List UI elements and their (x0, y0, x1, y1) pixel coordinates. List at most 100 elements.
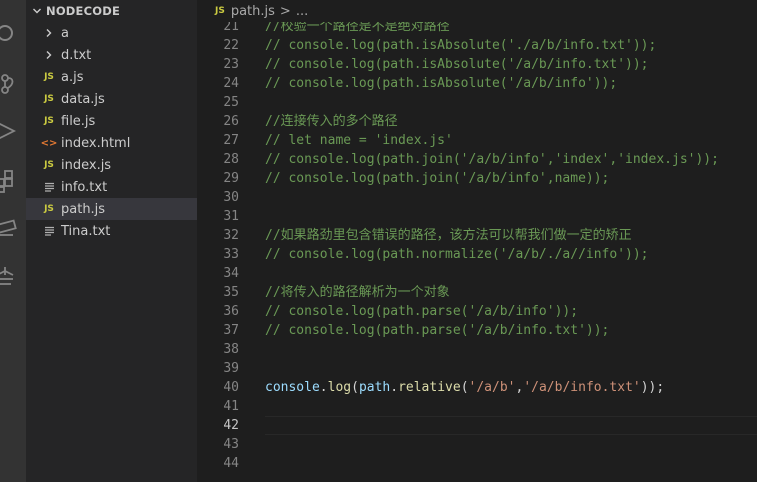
code-line[interactable]: 44 (197, 454, 757, 473)
breadcrumb: JS path.js > ... (197, 0, 757, 22)
code-line[interactable]: 28 // console.log(path.join('/a/b/info','… (197, 150, 757, 169)
code-line[interactable]: 25 (197, 93, 757, 112)
code-line[interactable]: 42 (197, 416, 757, 435)
explorer-section-header[interactable]: NODECODE (26, 0, 197, 22)
code-token: relative (398, 380, 461, 395)
code-text: // console.log(path.isAbsolute('/a/b/inf… (265, 76, 618, 91)
file-tree-item[interactable]: Tina.txt (26, 220, 197, 242)
file-tree-item-label: data.js (61, 91, 105, 107)
source-control-icon[interactable] (0, 70, 18, 96)
file-tree-item[interactable]: JS a.js (26, 66, 197, 88)
line-number: 37 (223, 323, 239, 338)
testing-icon[interactable] (0, 263, 18, 289)
line-number: 35 (223, 285, 239, 300)
code-line[interactable]: 23 // console.log(path.isAbsolute('/a/b/i… (197, 55, 757, 74)
code-text: // console.log(path.isAbsolute('/a/b/inf… (265, 57, 649, 72)
file-tree-item[interactable]: JS index.js (26, 154, 197, 176)
file-tree-item[interactable]: JS path.js (26, 198, 197, 220)
file-tree-item[interactable]: info.txt (26, 176, 197, 198)
file-tree-item[interactable]: JS data.js (26, 88, 197, 110)
text-file-icon (42, 182, 56, 192)
code-text: // console.log(path.normalize('/a/b/./a/… (265, 247, 649, 262)
code-line[interactable]: 30 (197, 188, 757, 207)
code-line[interactable]: 32 //如果路劲里包含错误的路径，该方法可以帮我们做一定的矫正 (197, 226, 757, 245)
breadcrumb-file[interactable]: path.js (231, 4, 275, 19)
line-number: 40 (223, 380, 239, 395)
js-file-icon: JS (44, 72, 54, 82)
file-tree-item-label: a (61, 25, 69, 41)
js-file-icon: JS (44, 204, 54, 214)
run-debug-icon[interactable] (0, 118, 18, 144)
code-line[interactable]: 27 // let name = 'index.js' (197, 131, 757, 150)
code-text: // let name = 'index.js' (265, 133, 453, 148)
code-line[interactable]: 38 (197, 340, 757, 359)
code-token: '/a/b' (468, 380, 516, 395)
remote-explorer-icon[interactable] (0, 215, 18, 241)
code-token: . (390, 380, 399, 395)
line-number: 27 (223, 133, 239, 148)
code-line[interactable]: 33 // console.log(path.normalize('/a/b/./… (197, 245, 757, 264)
code-token: ( (351, 380, 359, 395)
js-file-icon: JS (44, 94, 54, 104)
file-tree-item[interactable]: d.txt (26, 44, 197, 66)
breadcrumb-separator: > (279, 3, 291, 19)
js-file-icon: JS (215, 6, 225, 16)
code-text: // console.log(path.join('/a/b/info',nam… (265, 171, 610, 186)
code-text: // console.log(path.parse('/a/b/info')); (265, 304, 579, 319)
file-tree-item-label: info.txt (61, 179, 108, 195)
line-number: 22 (223, 38, 239, 53)
code-line[interactable]: 31 (197, 207, 757, 226)
code-line[interactable]: 26 //连接传入的多个路径 (197, 112, 757, 131)
search-icon[interactable] (0, 20, 18, 46)
chevron-right-icon (42, 50, 56, 60)
code-line[interactable]: 39 (197, 359, 757, 378)
js-file-icon: JS (44, 116, 54, 126)
file-tree-item[interactable]: JS file.js (26, 110, 197, 132)
chevron-down-icon (30, 6, 44, 16)
js-file-icon: JS (44, 160, 54, 170)
explorer-title: NODECODE (46, 4, 121, 18)
code-line[interactable]: 36 // console.log(path.parse('/a/b/info')… (197, 302, 757, 321)
code-line[interactable]: 37 // console.log(path.parse('/a/b/info.t… (197, 321, 757, 340)
line-number: 36 (223, 304, 239, 319)
code-line[interactable]: 35 //将传入的路径解析为一个对象 (197, 283, 757, 302)
file-tree-item-label: index.js (61, 157, 112, 173)
text-file-icon (42, 226, 56, 236)
code-text: //将传入的路径解析为一个对象 (265, 285, 450, 300)
file-tree-item[interactable]: a (26, 22, 197, 44)
code-text: console.log(path.relative('/a/b','/a/b/i… (265, 378, 664, 397)
code-token: ( (460, 380, 469, 395)
code-line[interactable]: 43 (197, 435, 757, 454)
file-tree: a d.txt JS a.js JS data.js JS file.js <> index.ht… (26, 22, 197, 242)
code-token: console (265, 380, 320, 395)
code-text: // console.log(path.isAbsolute('./a/b/in… (265, 38, 657, 53)
breadcrumb-more[interactable]: ... (296, 4, 308, 19)
extensions-icon[interactable] (0, 168, 18, 194)
line-number: 42 (223, 418, 239, 433)
file-tree-item-label: file.js (61, 113, 96, 129)
file-tree-item-label: d.txt (61, 47, 92, 63)
file-tree-item[interactable]: <> index.html (26, 132, 197, 154)
code-line[interactable]: 40 console.log(path.relative('/a/b','/a/b… (197, 378, 757, 397)
line-number: 32 (223, 228, 239, 243)
code-token: log (327, 380, 352, 395)
code-area[interactable]: 21//校验一个路径是不是绝对路径 22// console.log(path.i… (197, 17, 757, 482)
code-text: //连接传入的多个路径 (265, 114, 398, 129)
code-text: // console.log(path.parse('/a/b/info.txt… (265, 323, 610, 338)
file-tree-item-label: Tina.txt (61, 223, 111, 239)
code-line[interactable]: 24 // console.log(path.isAbsolute('/a/b/i… (197, 74, 757, 93)
vscode-window: NODECODE a d.txt JS a.js JS data.js JS file.js <… (0, 0, 757, 482)
line-number: 30 (223, 190, 239, 205)
code-line[interactable]: 41 (197, 397, 757, 416)
explorer-sidebar: NODECODE a d.txt JS a.js JS data.js JS file.js <… (26, 0, 197, 482)
code-line[interactable]: 22 // console.log(path.isAbsolute('./a/b/… (197, 36, 757, 55)
line-number: 23 (223, 57, 239, 72)
html-file-icon: <> (40, 137, 58, 149)
code-line[interactable]: 34 (197, 264, 757, 283)
line-number: 29 (223, 171, 239, 186)
activity-bar (0, 0, 26, 482)
line-number: 31 (223, 209, 239, 224)
code-line[interactable]: 29 // console.log(path.join('/a/b/info',n… (197, 169, 757, 188)
code-token: )); (640, 380, 665, 395)
file-tree-item-label: a.js (61, 69, 84, 85)
